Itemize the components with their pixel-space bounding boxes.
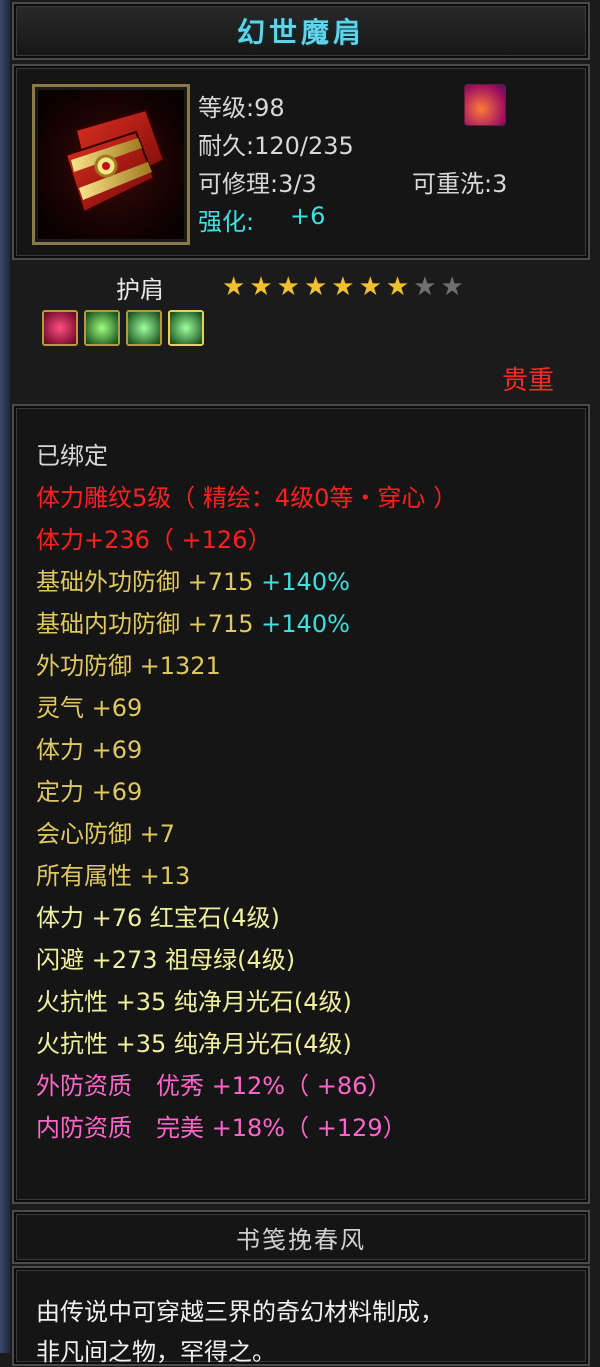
item-type-section: 护肩 ★ ★ ★ ★ ★ ★ ★ ★ ★ 贵重 bbox=[12, 262, 590, 402]
attribute-line: 闪避 +273 祖母绿(4级) bbox=[36, 940, 295, 975]
star-filled-icon: ★ bbox=[385, 272, 410, 302]
item-rewash: 可重洗:3 bbox=[412, 170, 508, 198]
background-strip bbox=[0, 0, 10, 1353]
item-info-panel: 等级:98 耐久:120/235 可修理:3/3 可重洗:3 强化: +6 bbox=[12, 64, 590, 260]
attribute-text: 外防资质 优秀 +12%（ +86） bbox=[36, 1072, 392, 1100]
attribute-text: 已绑定 bbox=[36, 442, 108, 470]
attribute-text: 所有属性 +13 bbox=[36, 862, 191, 890]
moonstone-gem-icon[interactable] bbox=[126, 310, 162, 346]
attribute-line: 外防资质 优秀 +12%（ +86） bbox=[36, 1066, 391, 1101]
item-type-badge-icon bbox=[464, 84, 506, 126]
gem-slots bbox=[42, 310, 210, 350]
ruby-gem-icon[interactable] bbox=[42, 310, 78, 346]
item-level: 等级:98 bbox=[198, 94, 285, 122]
attribute-text: 基础外功防御 +715 bbox=[36, 568, 254, 596]
shoulder-armor-icon bbox=[64, 108, 166, 213]
attribute-text: 会心防御 +7 bbox=[36, 820, 176, 848]
attribute-text: 体力雕纹5级（ 精绘：4级0等・穿心 ） bbox=[36, 484, 458, 512]
star-rating: ★ ★ ★ ★ ★ ★ ★ ★ ★ bbox=[222, 272, 464, 302]
star-filled-icon: ★ bbox=[303, 272, 328, 302]
star-filled-icon: ★ bbox=[249, 272, 273, 302]
attribute-line: 体力雕纹5级（ 精绘：4级0等・穿心 ） bbox=[36, 478, 457, 513]
attribute-line: 外功防御 +1321 bbox=[36, 646, 221, 681]
attribute-text: 体力 +69 bbox=[36, 736, 143, 764]
star-empty-icon: ★ bbox=[440, 272, 464, 302]
attribute-text: 闪避 +273 祖母绿(4级) bbox=[36, 946, 296, 974]
attribute-line: 所有属性 +13 bbox=[36, 856, 190, 891]
item-enhance-label: 强化: bbox=[198, 208, 255, 236]
attribute-line: 火抗性 +35 纯净月光石(4级) bbox=[36, 1024, 352, 1059]
description-line-1: 由传说中可穿越三界的奇幻材料制成， bbox=[36, 1298, 444, 1326]
attribute-text: 外功防御 +1321 bbox=[36, 652, 221, 680]
star-filled-icon: ★ bbox=[331, 272, 355, 302]
attribute-line: 已绑定 bbox=[36, 436, 108, 471]
attribute-text: 体力+236（ +126） bbox=[36, 526, 272, 554]
attribute-line: 火抗性 +35 纯净月光石(4级) bbox=[36, 982, 352, 1017]
rarity-label: 贵重 bbox=[501, 366, 554, 396]
description-title: 书笺挽春风 bbox=[236, 1225, 366, 1254]
attribute-line: 体力 +76 红宝石(4级) bbox=[36, 898, 280, 933]
attribute-bonus: +140% bbox=[253, 610, 350, 638]
moonstone-gem-icon-2[interactable] bbox=[168, 310, 204, 346]
item-repair: 可修理:3/3 bbox=[198, 170, 317, 198]
attribute-text: 火抗性 +35 纯净月光石(4级) bbox=[36, 1030, 352, 1058]
description-panel: 由传说中可穿越三界的奇幻材料制成， 非凡间之物，罕得之。 bbox=[12, 1266, 590, 1366]
star-filled-icon: ★ bbox=[358, 272, 382, 302]
attribute-text: 基础内功防御 +715 bbox=[36, 610, 254, 638]
item-title-bar: 幻世魔肩 bbox=[12, 2, 590, 60]
attribute-line: 定力 +69 bbox=[36, 772, 142, 807]
attribute-line: 基础内功防御 +715 +140% bbox=[36, 604, 350, 639]
attribute-line: 体力 +69 bbox=[36, 730, 142, 765]
description-line-2: 非凡间之物，罕得之。 bbox=[36, 1338, 276, 1366]
description-title-bar: 书笺挽春风 bbox=[12, 1210, 590, 1264]
item-name: 幻世魔肩 bbox=[236, 16, 365, 49]
attribute-line: 基础外功防御 +715 +140% bbox=[36, 562, 350, 597]
item-type: 护肩 bbox=[116, 276, 164, 304]
attribute-bonus: +140% bbox=[253, 568, 350, 596]
attribute-text: 灵气 +69 bbox=[36, 694, 143, 722]
emerald-gem-icon[interactable] bbox=[84, 310, 120, 346]
star-empty-icon: ★ bbox=[413, 272, 437, 302]
attribute-line: 体力+236（ +126） bbox=[36, 520, 271, 555]
attribute-text: 定力 +69 bbox=[36, 778, 143, 806]
attribute-panel: 已绑定体力雕纹5级（ 精绘：4级0等・穿心 ） 体力+236（ +126） 基础外功… bbox=[12, 404, 590, 1204]
item-icon[interactable] bbox=[32, 84, 190, 245]
attribute-text: 内防资质 完美 +18%（ +129） bbox=[36, 1114, 407, 1142]
attribute-text: 火抗性 +35 纯净月光石(4级) bbox=[36, 988, 352, 1016]
item-enhance-value: +6 bbox=[290, 202, 326, 230]
attribute-line: 内防资质 完美 +18%（ +129） bbox=[36, 1108, 407, 1143]
attribute-line: 灵气 +69 bbox=[36, 688, 142, 723]
star-filled-icon: ★ bbox=[276, 272, 300, 302]
star-filled-icon: ★ bbox=[222, 272, 246, 302]
attribute-text: 体力 +76 红宝石(4级) bbox=[36, 904, 280, 932]
item-durability: 耐久:120/235 bbox=[198, 132, 354, 160]
attribute-line: 会心防御 +7 bbox=[36, 814, 175, 849]
